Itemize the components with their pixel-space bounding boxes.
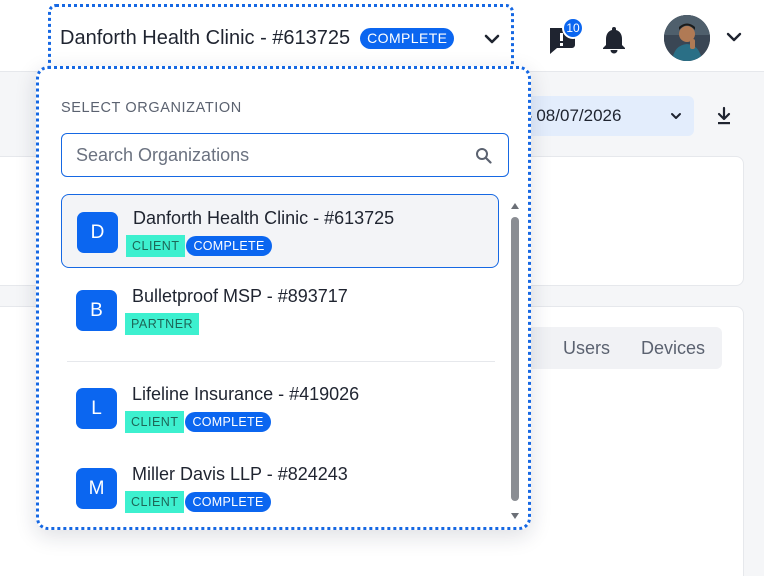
search-box[interactable]: [61, 133, 509, 177]
organization-name: Lifeline Insurance - #419026: [132, 384, 360, 404]
organization-type-tag: CLIENT: [126, 235, 186, 257]
organization-type-tag: CLIENT: [125, 411, 185, 433]
organization-badges: CLIENT COMPLETE: [125, 491, 271, 513]
organization-badges: PARTNER: [125, 313, 200, 335]
status-badge: COMPLETE: [185, 412, 271, 432]
notification-count-badge: 10: [562, 17, 584, 39]
organization-type-tag: CLIENT: [125, 491, 185, 513]
user-avatar-image: [664, 15, 710, 61]
organization-name: Bulletproof MSP - #893717: [132, 286, 348, 306]
organization-initial-avatar: M: [76, 468, 117, 509]
tab-users[interactable]: Users: [563, 338, 610, 359]
organization-list-item[interactable]: B Bulletproof MSP - #893717 PARTNER: [61, 273, 499, 347]
scrollbar-thumb[interactable]: [511, 217, 519, 501]
organization-initial-avatar: L: [76, 388, 117, 429]
download-icon[interactable]: [715, 106, 733, 126]
bell-icon[interactable]: [600, 24, 628, 54]
organization-list-item[interactable]: M Miller Davis LLP - #824243 CLIENT COMP…: [61, 451, 499, 525]
organization-badges: CLIENT COMPLETE: [125, 411, 271, 433]
list-divider: [67, 361, 495, 362]
tab-devices[interactable]: Devices: [641, 338, 705, 359]
scrollbar[interactable]: [509, 197, 521, 523]
organization-name: Danforth Health Clinic - #613725: [133, 208, 395, 228]
search-input[interactable]: [76, 142, 466, 168]
organization-name: Miller Davis LLP - #824243: [132, 464, 348, 484]
organization-selector[interactable]: Danforth Health Clinic - #613725 COMPLET…: [48, 4, 514, 70]
chevron-down-icon[interactable]: [726, 32, 742, 43]
organization-initial-avatar: D: [77, 212, 118, 253]
scroll-up-arrow-icon[interactable]: [511, 203, 519, 209]
search-icon: [476, 148, 492, 164]
organization-dropdown: SELECT ORGANIZATION D Danforth Health Cl…: [36, 66, 531, 530]
top-bar: Danforth Health Clinic - #613725 COMPLET…: [0, 0, 764, 72]
organization-list-item[interactable]: D Danforth Health Clinic - #613725 CLIEN…: [61, 194, 499, 268]
status-badge: COMPLETE: [186, 236, 272, 256]
chevron-down-icon[interactable]: [483, 33, 501, 45]
organization-initial-avatar: B: [76, 290, 117, 331]
chevron-down-icon: [671, 113, 681, 119]
organization-badges: CLIENT COMPLETE: [126, 235, 272, 257]
status-badge: COMPLETE: [360, 28, 455, 49]
scroll-down-arrow-icon[interactable]: [511, 513, 519, 519]
organization-list-item[interactable]: L Lifeline Insurance - #419026 CLIENT CO…: [61, 371, 499, 445]
avatar[interactable]: [664, 15, 710, 61]
dropdown-heading: SELECT ORGANIZATION: [61, 100, 242, 116]
organization-type-tag: PARTNER: [125, 313, 200, 335]
status-badge: COMPLETE: [185, 492, 271, 512]
current-organization-name: Danforth Health Clinic - #613725: [60, 27, 351, 49]
